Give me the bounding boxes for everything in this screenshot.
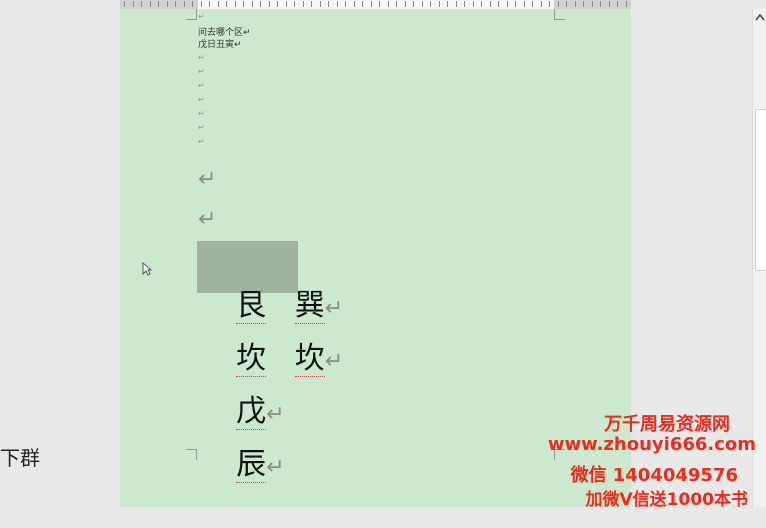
mouse-cursor-icon (142, 261, 153, 280)
ruler-tick (472, 1, 474, 7)
ruler-tick (183, 1, 185, 7)
paragraph-mark: ↵ (198, 95, 205, 104)
watermark-line-2: www.zhouyi666.com (547, 434, 756, 455)
ruler-tick (285, 1, 287, 7)
ruler-tick (362, 1, 363, 7)
ruler-tick (430, 1, 431, 7)
scrollbar-thumb[interactable] (755, 109, 766, 271)
left-text-fragment: 下群 (0, 446, 40, 470)
text-row-4[interactable]: 辰↵ (198, 405, 285, 528)
ruler-tick (625, 1, 627, 7)
paragraph-mark: ↵ (198, 123, 205, 132)
ruler-tick (294, 1, 295, 7)
ruler-tick (481, 1, 482, 7)
ruler-tick (600, 1, 601, 7)
ruler-tick (243, 1, 244, 7)
ruler-tick (217, 1, 219, 7)
ruler-tick (438, 1, 440, 7)
ruler-tick (268, 1, 270, 7)
watermark-line-1: 万千周易资源网 (604, 414, 730, 435)
ruler-tick (447, 1, 448, 7)
ruler-tick (591, 1, 593, 7)
ruler-tick (566, 1, 567, 7)
ruler-tick (413, 1, 414, 7)
ruler-tick (192, 1, 193, 7)
paragraph-mark-large: ↵ (198, 207, 217, 232)
ruler-tick (345, 1, 346, 7)
vertical-scrollbar[interactable] (752, 9, 766, 507)
ruler-tick (617, 1, 618, 7)
ruler-tick (319, 1, 321, 7)
paragraph-mark: ↵ (198, 137, 205, 146)
document-page[interactable]: 问去哪个区↵ 戊日丑寅↵ ↵ ↵ ↵ ↵ ↵ ↵ ↵ ↵ ↵ ↵ 艮 巽↵ 坎 … (120, 9, 631, 507)
row-2-right: 坎 (294, 341, 325, 377)
ruler-tick (124, 1, 125, 7)
ruler-tick (158, 1, 159, 7)
row-4-left: 辰 (236, 447, 267, 483)
paragraph-mark: ↵ (198, 67, 205, 76)
ruler-tick (574, 1, 576, 7)
ruler-tick (532, 1, 533, 7)
ruler-tick (506, 1, 508, 7)
ruler-tick (277, 1, 278, 7)
ruler-tick (166, 1, 168, 7)
ruler-tick (370, 1, 372, 7)
paragraph-mark-large: ↵ (198, 167, 217, 192)
ruler-tick (149, 1, 151, 7)
watermark-line-4: 加微V信送1000本书 (585, 490, 748, 510)
ruler-tick (132, 1, 134, 7)
ruler-tick (549, 1, 550, 7)
page-corner-bottom-left (186, 449, 197, 460)
ruler-tick (260, 1, 261, 7)
ruler-tick (464, 1, 465, 7)
ruler-tick (336, 1, 338, 7)
page-corner-top-right (554, 9, 565, 20)
ruler-tick (583, 1, 584, 7)
ruler-tick (209, 1, 210, 7)
ruler-tick (387, 1, 389, 7)
chevron-up-icon[interactable] (755, 13, 765, 24)
paragraph-mark: ↵ (198, 12, 205, 21)
paragraph-mark: ↵ (324, 349, 344, 374)
ruler-tick (200, 1, 202, 7)
paragraph-mark: ↵ (266, 455, 285, 480)
ruler-tick (455, 1, 457, 7)
ruler-tick (498, 1, 499, 7)
ruler-tick (608, 1, 610, 7)
ruler-tick (328, 1, 329, 7)
ruler-tick (141, 1, 142, 7)
ruler-tick (404, 1, 406, 7)
ruler-tick (489, 1, 491, 7)
ruler-tick (302, 1, 304, 7)
ruler-tick (540, 1, 542, 7)
ruler-tick (557, 1, 559, 7)
page-corner-top-left (186, 9, 197, 20)
paragraph-mark: ↵ (198, 53, 205, 62)
ruler-tick (515, 1, 516, 7)
ruler-tick (311, 1, 312, 7)
ruler-tick (251, 1, 253, 7)
text-line-2[interactable]: 戊日丑寅↵ (198, 40, 242, 51)
watermark-line-3: 微信 1404049576 (570, 465, 738, 486)
ruler-tick (175, 1, 176, 7)
paragraph-mark: ↵ (198, 81, 205, 90)
ruler-tick (226, 1, 227, 7)
ruler-tick (353, 1, 355, 7)
ruler-tick (421, 1, 423, 7)
text-line-1[interactable]: 问去哪个区↵ (198, 28, 251, 39)
ruler-tick (396, 1, 397, 7)
ruler-tick (379, 1, 380, 7)
paragraph-mark: ↵ (198, 109, 205, 118)
ruler-tick (523, 1, 525, 7)
ruler-tick (234, 1, 236, 7)
